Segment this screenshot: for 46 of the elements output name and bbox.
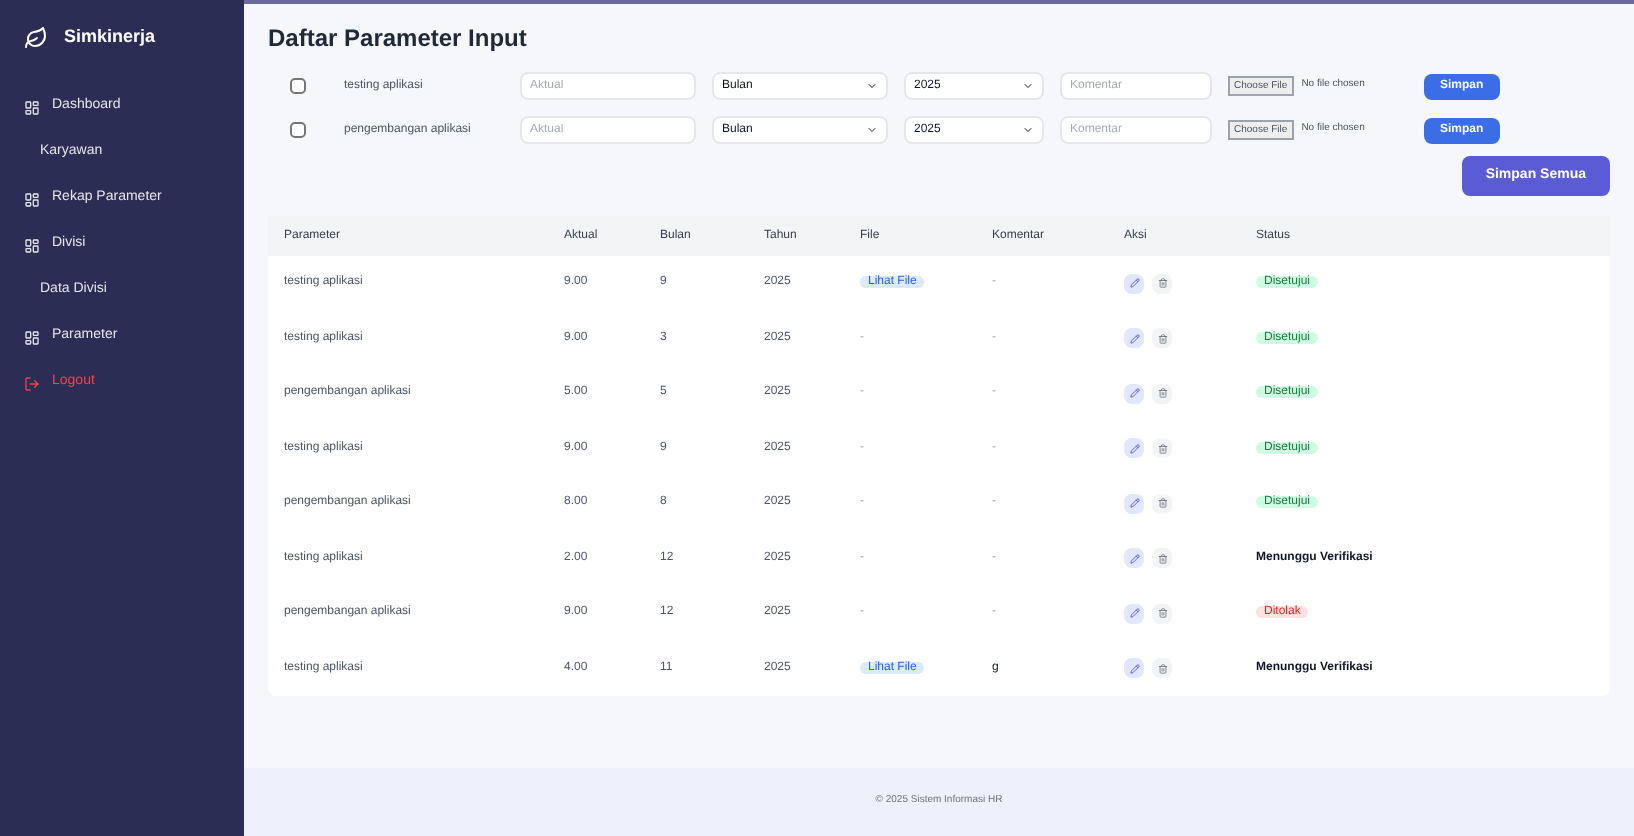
- edit-button[interactable]: [1124, 548, 1144, 569]
- delete-button[interactable]: [1152, 658, 1172, 679]
- brand-name: Simkinerja: [64, 24, 156, 50]
- caret-icon: [866, 124, 878, 136]
- edit-button[interactable]: [1124, 658, 1144, 679]
- menu-icon: [24, 99, 40, 115]
- row-checkbox[interactable]: [290, 78, 306, 94]
- edit-button[interactable]: [1124, 328, 1144, 349]
- menu-icon: [24, 375, 40, 391]
- caret-icon: [1022, 80, 1034, 92]
- pencil-icon: [1129, 498, 1139, 509]
- edit-button[interactable]: [1124, 603, 1144, 624]
- delete-button[interactable]: [1152, 548, 1172, 569]
- trash-icon: [1157, 498, 1167, 509]
- page-title: Daftar Parameter Input: [268, 22, 529, 56]
- pencil-icon: [1129, 553, 1139, 564]
- trash-icon: [1157, 608, 1167, 619]
- delete-button[interactable]: [1152, 273, 1172, 294]
- trash-icon: [1157, 443, 1167, 454]
- menu-icon: [24, 191, 40, 207]
- trash-icon: [1157, 278, 1167, 289]
- edit-button[interactable]: [1124, 493, 1144, 514]
- trash-icon: [1157, 388, 1167, 399]
- pencil-icon: [1129, 443, 1139, 454]
- pencil-icon: [1129, 278, 1139, 289]
- menu-icon: [24, 329, 40, 345]
- edit-button[interactable]: [1124, 273, 1144, 294]
- pencil-icon: [1129, 388, 1139, 399]
- delete-button[interactable]: [1152, 328, 1172, 349]
- logo-icon: [24, 25, 48, 50]
- edit-button[interactable]: [1124, 383, 1144, 404]
- trash-icon: [1157, 553, 1167, 564]
- trash-icon: [1157, 663, 1167, 674]
- menu-icon: [24, 237, 40, 253]
- edit-button[interactable]: [1124, 438, 1144, 459]
- delete-button[interactable]: [1152, 438, 1172, 459]
- caret-icon: [866, 80, 878, 92]
- trash-icon: [1157, 333, 1167, 344]
- pencil-icon: [1129, 608, 1139, 619]
- delete-button[interactable]: [1152, 603, 1172, 624]
- pencil-icon: [1129, 333, 1139, 344]
- delete-button[interactable]: [1152, 493, 1172, 514]
- pencil-icon: [1129, 663, 1139, 674]
- row-checkbox[interactable]: [290, 122, 306, 138]
- caret-icon: [1022, 124, 1034, 136]
- delete-button[interactable]: [1152, 383, 1172, 404]
